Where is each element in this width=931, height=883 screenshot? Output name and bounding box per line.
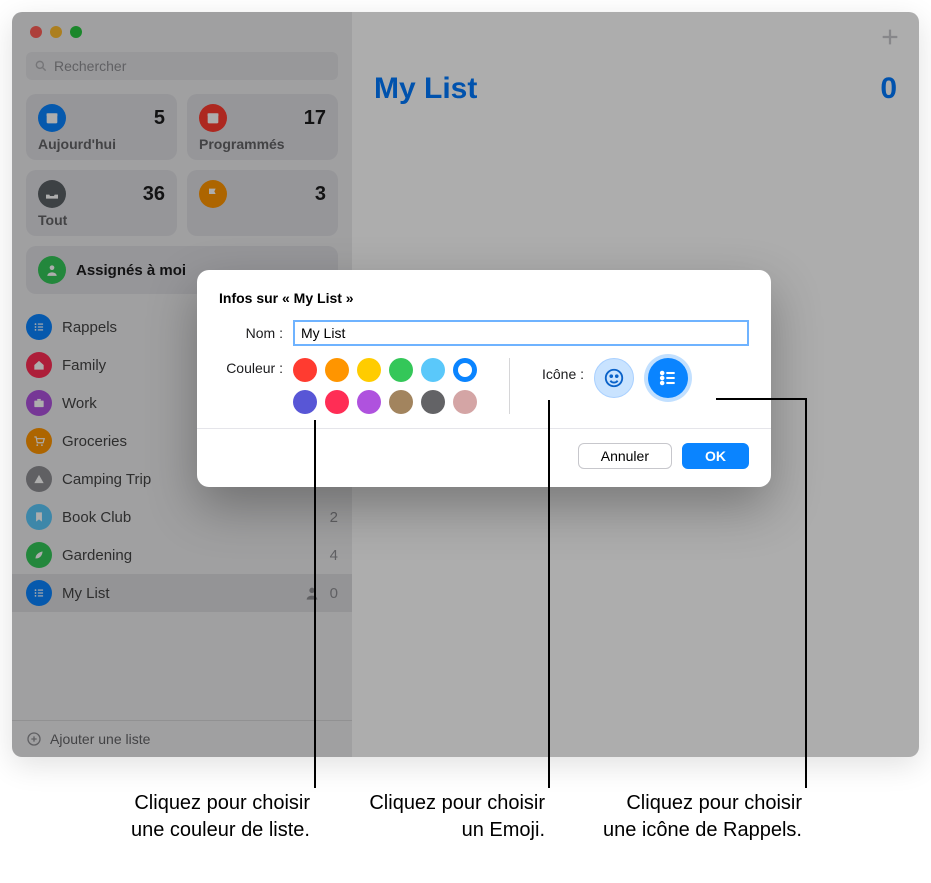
callout-line-icon-h [716,398,806,400]
vertical-separator [509,358,510,414]
list-bullet-icon [658,368,678,388]
ok-button[interactable]: OK [682,443,749,469]
color-swatch[interactable] [453,390,477,414]
smiley-icon [603,367,625,389]
callout-line-icon-v [805,398,807,788]
color-swatch[interactable] [421,358,445,382]
callout-line-emoji [548,400,550,788]
color-swatch[interactable] [293,358,317,382]
color-icon-row: Couleur : Icône : [219,358,749,414]
name-label: Nom : [219,325,283,341]
color-swatch[interactable] [421,390,445,414]
color-swatch[interactable] [453,358,477,382]
modal-title: Infos sur « My List » [219,290,749,306]
reminders-window: Rechercher 5 Aujourd'hui 17 Programmés 3… [12,12,919,757]
callout-icon-text: Cliquez pour choisir une icône de Rappel… [590,790,802,844]
color-swatch[interactable] [357,358,381,382]
cancel-button[interactable]: Annuler [578,443,672,469]
emoji-icon-choice[interactable] [594,358,634,398]
icon-label: Icône : [542,358,584,382]
list-info-modal: Infos sur « My List » Nom : Couleur : Ic… [197,270,771,487]
list-name-input[interactable] [293,320,749,346]
modal-button-row: Annuler OK [219,443,749,469]
name-row: Nom : [219,320,749,346]
color-label: Couleur : [219,358,283,414]
color-swatch[interactable] [293,390,317,414]
color-swatch[interactable] [357,390,381,414]
color-swatch[interactable] [325,390,349,414]
callout-line-color [314,420,316,788]
list-icon-choice[interactable] [648,358,688,398]
modal-separator [197,428,771,429]
callout-color-text: Cliquez pour choisir une couleur de list… [110,790,310,844]
color-swatch[interactable] [389,390,413,414]
color-swatch[interactable] [325,358,349,382]
icon-choices [594,358,688,398]
color-grid [293,358,477,414]
callout-emoji-text: Cliquez pour choisir un Emoji. [360,790,545,844]
color-swatch[interactable] [389,358,413,382]
